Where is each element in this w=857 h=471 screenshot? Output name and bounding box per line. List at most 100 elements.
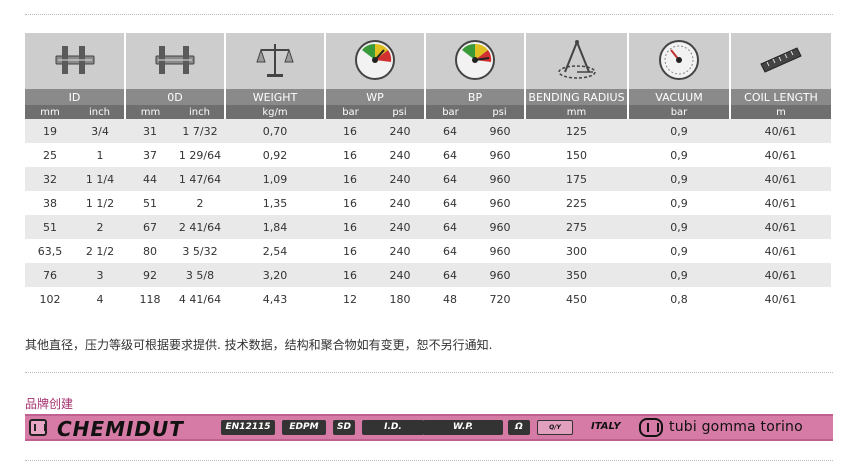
table-cell: 40/61	[730, 287, 831, 311]
table-cell: 0,9	[628, 239, 730, 263]
table-cell: 12	[325, 287, 375, 311]
unit-cell: kg/m	[225, 105, 326, 119]
maker-logo-icon	[639, 418, 663, 437]
table-cell: 300	[525, 239, 628, 263]
table-cell: 16	[325, 263, 375, 287]
table-cell: 0,8	[628, 287, 730, 311]
balance-scale-icon	[256, 43, 294, 77]
table-cell: 40/61	[730, 263, 831, 287]
unit-cell: psi	[475, 105, 526, 119]
table-cell: 960	[475, 143, 525, 167]
table-cell: 51	[125, 191, 175, 215]
table-cell: 240	[375, 215, 425, 239]
table-cell: 4	[75, 287, 125, 311]
table-row: 25 1 37 1 29/64 0,92 16 240 64 960 150 0,9 40/61	[25, 143, 831, 167]
header-row: ID 0D WEIGHT WP BP BENDING RADIUS VACUUM…	[25, 89, 831, 105]
unit-cell: inch	[75, 105, 126, 119]
header-od: 0D	[125, 89, 226, 105]
table-cell: 1 1/4	[75, 167, 125, 191]
table-row: 51 2 67 2 41/64 1,84 16 240 64 960 275 0,9 40/61	[25, 215, 831, 239]
top-divider	[25, 14, 833, 15]
tag-id: I.D.	[362, 420, 424, 435]
table-cell: 64	[425, 119, 475, 143]
table-cell: 16	[325, 167, 375, 191]
table-cell: 960	[475, 263, 525, 287]
table-cell: 64	[425, 143, 475, 167]
table-row: 38 1 1/2 51 2 1,35 16 240 64 960 225 0,9 40/61	[25, 191, 831, 215]
table-cell: 0,9	[628, 167, 730, 191]
table-cell: 0,9	[628, 215, 730, 239]
table-cell: 16	[325, 143, 375, 167]
table-cell: 80	[125, 239, 175, 263]
table-cell: 1,35	[225, 191, 325, 215]
table-cell: 240	[375, 143, 425, 167]
unit-cell: bar	[628, 105, 731, 119]
unit-cell: bar	[425, 105, 475, 119]
table-cell: 960	[475, 119, 525, 143]
units-row: mm inch mm inch kg/m bar psi bar psi mm …	[25, 105, 831, 119]
icon-cell-id	[25, 33, 126, 89]
table-cell: 51	[25, 215, 75, 239]
table-cell: 240	[375, 119, 425, 143]
icon-cell-wp	[325, 33, 426, 89]
brand-section-title: 品牌创建	[25, 397, 74, 411]
vacuum-gauge-icon	[659, 39, 699, 80]
table-cell: 16	[325, 239, 375, 263]
table-cell: 40/61	[730, 143, 831, 167]
table-cell: 1 29/64	[175, 143, 225, 167]
table-cell: 31	[125, 119, 175, 143]
table-cell: 240	[375, 167, 425, 191]
table-row: 19 3/4 31 1 7/32 0,70 16 240 64 960 125 0,9 40/61	[25, 119, 831, 143]
unit-cell: inch	[175, 105, 226, 119]
unit-cell: psi	[375, 105, 426, 119]
table-cell: 63,5	[25, 239, 75, 263]
unit-cell: mm	[525, 105, 629, 119]
table-cell: 3,20	[225, 263, 325, 287]
table-cell: 960	[475, 191, 525, 215]
table-cell: 450	[525, 287, 628, 311]
unit-cell: mm	[125, 105, 175, 119]
table-cell: 2,54	[225, 239, 325, 263]
table-cell: 1 7/32	[175, 119, 225, 143]
table-cell: 2	[175, 191, 225, 215]
tag-wp: W.P.	[423, 420, 503, 435]
branding-strip: CHEMIDUT EN12115 EDPM SD I.D. W.P. Ω Q/Y…	[25, 414, 833, 441]
table-cell: 40/61	[730, 215, 831, 239]
table-cell: 3	[75, 263, 125, 287]
header-weight: WEIGHT	[225, 89, 326, 105]
table-cell: 720	[475, 287, 525, 311]
table-cell: 275	[525, 215, 628, 239]
table-cell: 1	[75, 143, 125, 167]
header-coil-length: COIL LENGTH	[730, 89, 831, 105]
table-cell: 4,43	[225, 287, 325, 311]
section-divider	[25, 372, 833, 373]
disclaimer-note: 其他直径，压力等级可根据要求提供. 技术数据，结构和聚合物如有变更，恕不另行通知…	[25, 338, 493, 352]
bending-radius-icon	[557, 39, 596, 79]
header-wp: WP	[325, 89, 426, 105]
pressure-gauge-icon	[355, 39, 395, 80]
table-cell: 1,09	[225, 167, 325, 191]
table-cell: 44	[125, 167, 175, 191]
spec-table: ID 0D WEIGHT WP BP BENDING RADIUS VACUUM…	[25, 33, 831, 311]
table-cell: 350	[525, 263, 628, 287]
table-cell: 25	[25, 143, 75, 167]
header-id: ID	[25, 89, 126, 105]
table-cell: 40/61	[730, 191, 831, 215]
table-cell: 0,9	[628, 143, 730, 167]
table-cell: 64	[425, 215, 475, 239]
table-cell: 1,84	[225, 215, 325, 239]
maker-name: tubi gomma torino	[669, 419, 803, 435]
unit-cell: mm	[25, 105, 75, 119]
icon-cell-bending-radius	[525, 33, 629, 89]
table-cell: 0,9	[628, 191, 730, 215]
table-cell: 16	[325, 215, 375, 239]
unit-cell: m	[730, 105, 831, 119]
table-cell: 38	[25, 191, 75, 215]
table-cell: 102	[25, 287, 75, 311]
tag-standard: EN12115	[221, 420, 275, 435]
table-cell: 0,9	[628, 119, 730, 143]
pressure-gauge-icon	[455, 39, 495, 80]
icon-cell-coil-length	[730, 33, 831, 89]
tag-qy: Q/Y	[537, 420, 573, 435]
table-cell: 2	[75, 215, 125, 239]
